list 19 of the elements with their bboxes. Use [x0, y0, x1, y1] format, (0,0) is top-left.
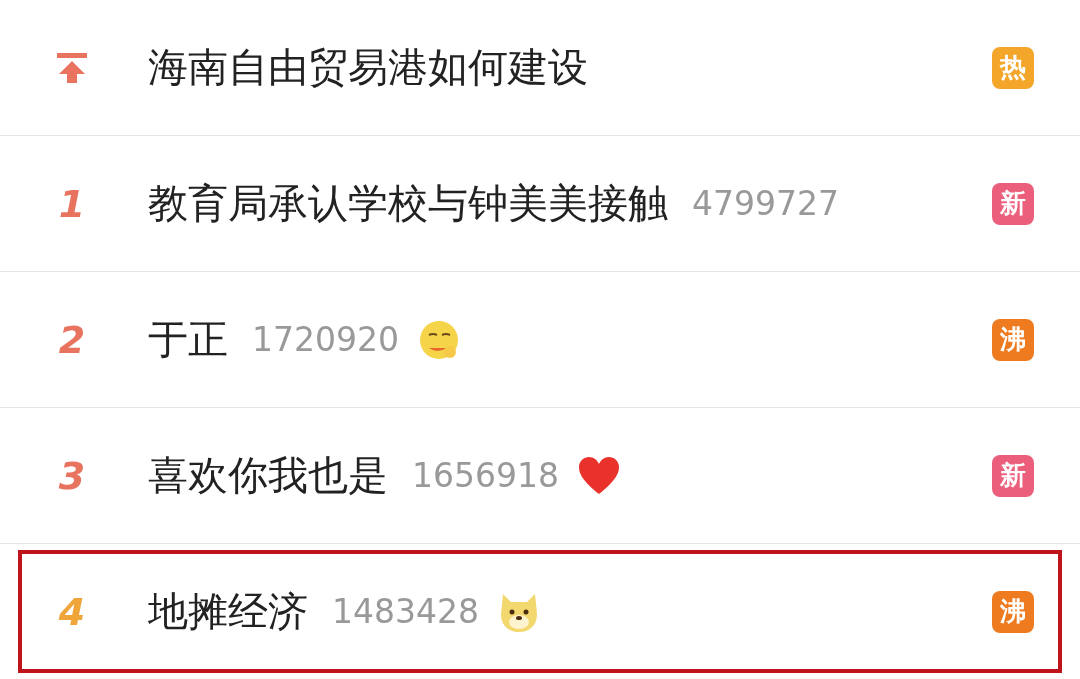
rank-number: 2: [58, 317, 86, 362]
heart-icon: [577, 455, 621, 496]
topic-title[interactable]: 地摊经济: [148, 584, 308, 639]
topic-title[interactable]: 喜欢你我也是: [148, 448, 388, 503]
heat-count: 4799727: [692, 184, 839, 223]
hot-tag: 沸: [992, 590, 1034, 633]
topic-title[interactable]: 海南自由贸易港如何建设: [148, 40, 588, 95]
hot-tag: 沸: [992, 318, 1034, 361]
heat-count: 1720920: [252, 320, 399, 359]
hot-tag: 新: [992, 454, 1034, 497]
rank-number: 4: [58, 589, 86, 634]
heat-count: 1483428: [332, 592, 479, 631]
rank-number: 3: [58, 453, 86, 498]
hot-tag: 新: [992, 182, 1034, 225]
topic-title[interactable]: 于正: [148, 312, 228, 367]
heat-count: 1656918: [412, 456, 559, 495]
hot-tag: 热: [992, 46, 1034, 89]
rank-number: 1: [58, 181, 86, 226]
topic-title[interactable]: 教育局承认学校与钟美美接触: [148, 176, 668, 231]
